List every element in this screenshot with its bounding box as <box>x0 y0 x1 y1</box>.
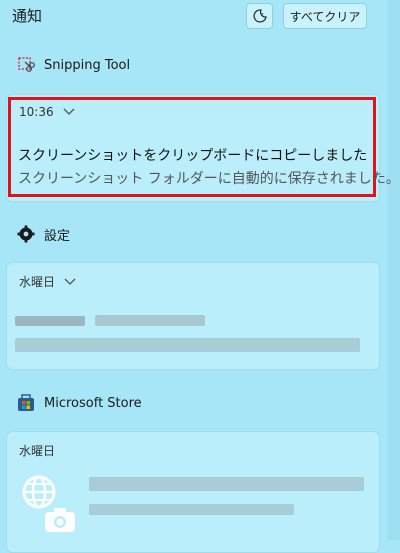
notification-title: スクリーンショットをクリップボードにコピーしました <box>18 148 368 164</box>
notification-card-store[interactable]: 水曜日 <box>6 431 380 553</box>
redacted-text <box>15 338 360 352</box>
gear-icon <box>16 224 36 244</box>
svg-text:z: z <box>261 12 264 18</box>
globe-camera-icon <box>22 475 75 532</box>
group-app-name: Snipping Tool <box>44 57 131 73</box>
redacted-text <box>95 315 205 326</box>
snooze-icon: z <box>253 9 267 23</box>
microsoft-store-icon <box>16 393 36 413</box>
notification-body: スクリーンショット フォルダーに自動的に保存されました。 <box>18 171 400 187</box>
group-header-microsoft-store: Microsoft Store <box>16 392 142 414</box>
notification-time-label: 水曜日 <box>19 275 56 289</box>
clear-all-button[interactable]: すべてクリア <box>283 3 367 29</box>
group-app-name: 設定 <box>44 228 71 244</box>
group-header-settings: 設定 <box>16 223 70 245</box>
notification-time-label: 水曜日 <box>19 444 56 458</box>
scrollbar[interactable] <box>387 0 400 540</box>
notification-header: 通知 z すべてクリア <box>0 0 387 30</box>
group-app-name: Microsoft Store <box>44 395 142 411</box>
chevron-down-icon[interactable] <box>64 278 76 286</box>
redacted-text <box>89 504 294 515</box>
notification-time: 水曜日 <box>19 273 76 290</box>
snipping-tool-icon <box>16 55 36 75</box>
page-title: 通知 <box>12 7 43 25</box>
notification-card-settings[interactable]: 水曜日 <box>6 262 380 370</box>
focus-assist-button[interactable]: z <box>246 3 273 29</box>
redacted-text <box>89 477 364 491</box>
notification-time: 水曜日 <box>19 442 55 459</box>
group-header-snipping-tool: Snipping Tool <box>16 54 130 76</box>
redacted-text <box>15 316 85 326</box>
